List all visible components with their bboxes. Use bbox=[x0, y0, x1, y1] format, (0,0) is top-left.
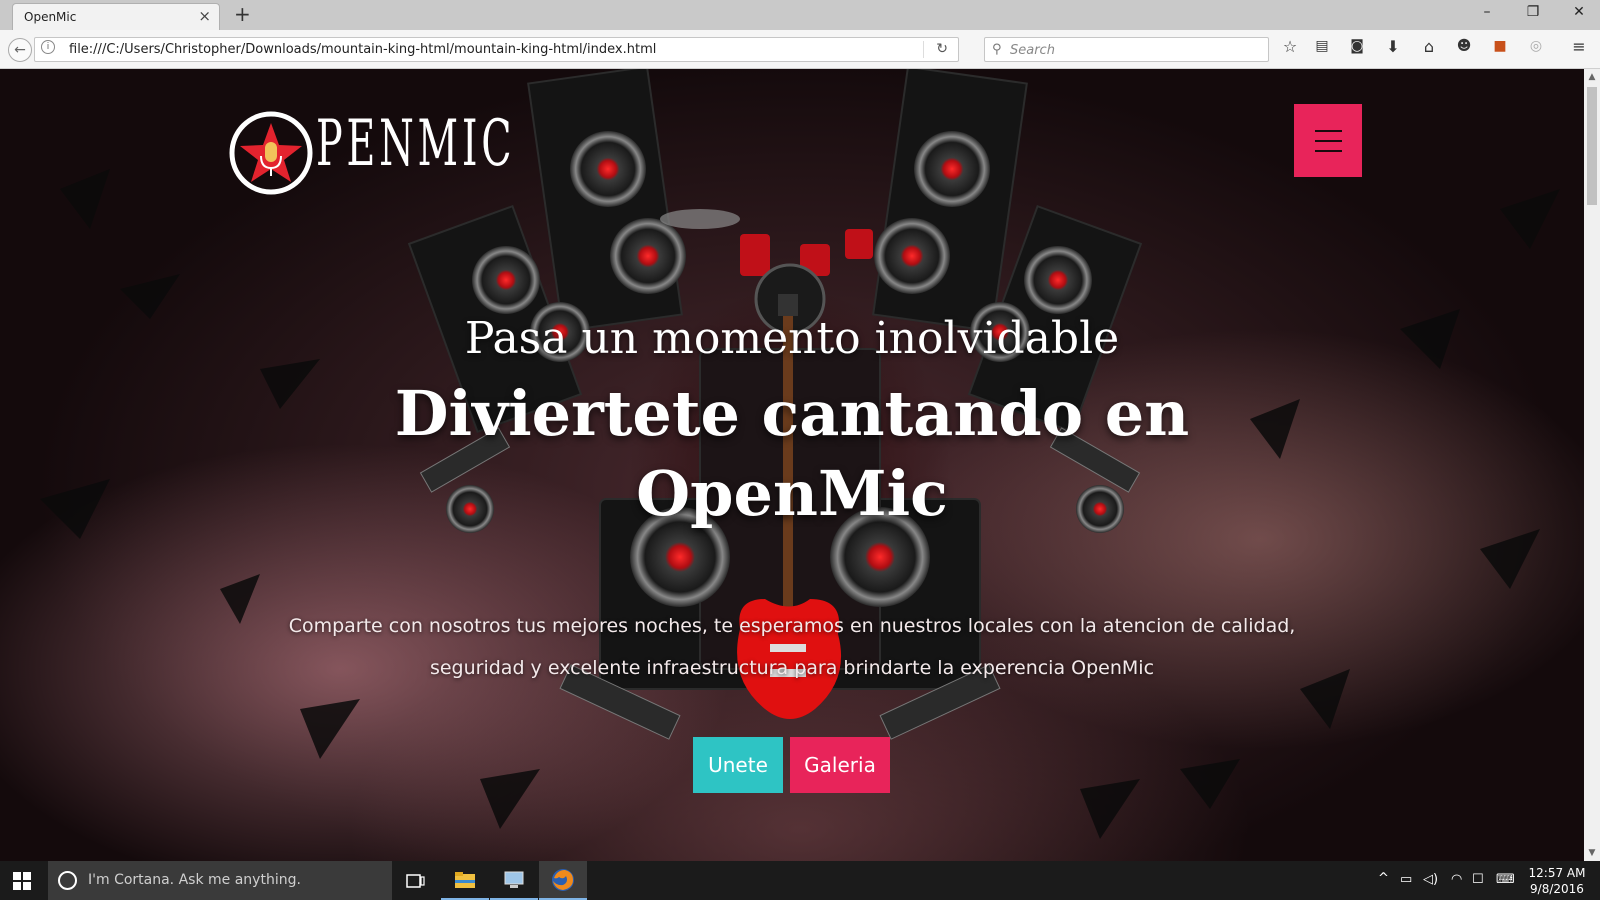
close-window-button[interactable]: ✕ bbox=[1564, 4, 1594, 20]
tray-chevron-icon[interactable]: ^ bbox=[1378, 871, 1389, 886]
sync-icon[interactable]: ◎ bbox=[1525, 38, 1547, 54]
taskbar-clock[interactable]: 12:57 AM 9/8/2016 bbox=[1522, 865, 1592, 897]
back-arrow-icon[interactable]: ← bbox=[8, 38, 32, 62]
page-viewport: PENMIC Pasa un momento inolvidable Divie… bbox=[0, 69, 1584, 861]
reload-icon[interactable]: ↻ bbox=[936, 41, 948, 57]
hero-description: Comparte con nosotros tus mejores noches… bbox=[288, 615, 1296, 679]
volume-icon[interactable]: ◁) bbox=[1423, 872, 1438, 887]
hero-subtitle: Pasa un momento inolvidable bbox=[464, 313, 1120, 364]
reading-list-icon[interactable]: ▤ bbox=[1311, 38, 1333, 54]
menu-line bbox=[1314, 129, 1342, 132]
url-text[interactable]: file:///C:/Users/Christopher/Downloads/m… bbox=[69, 42, 656, 57]
scroll-thumb[interactable] bbox=[1587, 87, 1597, 205]
search-bar[interactable]: ⚲ Search bbox=[984, 37, 1269, 62]
search-icon: ⚲ bbox=[992, 42, 1002, 57]
cortana-placeholder[interactable]: I'm Cortana. Ask me anything. bbox=[88, 872, 301, 888]
home-icon[interactable]: ⌂ bbox=[1418, 37, 1440, 56]
menu-line bbox=[1314, 149, 1342, 152]
vertical-scrollbar[interactable]: ▲ ▼ bbox=[1584, 69, 1600, 861]
tab-close-icon[interactable]: × bbox=[198, 7, 211, 25]
control-panel-button[interactable] bbox=[490, 861, 538, 900]
hero-title: Diviertete cantando en OpenMic bbox=[394, 377, 1190, 530]
menu-toggle-button[interactable] bbox=[1294, 104, 1362, 177]
url-bar[interactable]: file:///C:/Users/Christopher/Downloads/m… bbox=[34, 37, 959, 62]
search-placeholder[interactable]: Search bbox=[1010, 43, 1055, 58]
join-button[interactable]: Unete bbox=[693, 737, 783, 793]
browser-tab[interactable]: OpenMic × bbox=[12, 3, 220, 30]
folder-icon bbox=[455, 872, 475, 888]
task-view-icon bbox=[406, 874, 425, 888]
firefox-icon bbox=[552, 869, 574, 891]
site-info-icon[interactable]: i bbox=[41, 40, 55, 54]
cortana-icon bbox=[58, 871, 77, 890]
openmic-logo[interactable]: PENMIC bbox=[228, 110, 512, 200]
action-center-icon[interactable]: ☐ bbox=[1472, 872, 1484, 887]
bookmark-star-icon[interactable]: ☆ bbox=[1279, 37, 1301, 56]
keyboard-icon[interactable]: ⌨ bbox=[1496, 872, 1515, 887]
restore-button[interactable]: ❐ bbox=[1518, 4, 1548, 20]
logo-text: PENMIC bbox=[316, 107, 516, 181]
clock-time: 12:57 AM bbox=[1528, 866, 1586, 880]
hello-icon[interactable]: ☻ bbox=[1453, 38, 1475, 54]
windows-taskbar: I'm Cortana. Ask me anything. ^ ▭ ◁) ◠ ☐… bbox=[0, 861, 1600, 900]
scroll-down-arrow-icon[interactable]: ▼ bbox=[1584, 845, 1600, 861]
microphone-star-logo-icon bbox=[229, 111, 313, 195]
menu-line bbox=[1314, 139, 1342, 142]
clock-date: 9/8/2016 bbox=[1530, 882, 1584, 896]
scroll-up-arrow-icon[interactable]: ▲ bbox=[1584, 69, 1600, 85]
wifi-icon[interactable]: ◠ bbox=[1451, 872, 1462, 887]
file-explorer-button[interactable] bbox=[441, 861, 489, 900]
menu-hamburger-icon[interactable]: ≡ bbox=[1568, 37, 1590, 56]
url-separator bbox=[923, 41, 924, 58]
gallery-button[interactable]: Galeria bbox=[790, 737, 890, 793]
task-view-button[interactable] bbox=[392, 861, 440, 900]
minimize-button[interactable]: – bbox=[1472, 4, 1502, 20]
firefox-taskbar-button[interactable] bbox=[539, 861, 587, 900]
cortana-search-box[interactable]: I'm Cortana. Ask me anything. bbox=[48, 861, 392, 900]
pocket-icon[interactable]: ◙ bbox=[1346, 38, 1368, 54]
computer-icon bbox=[504, 871, 524, 888]
windows-start-icon[interactable] bbox=[13, 872, 31, 890]
download-icon[interactable]: ⬇ bbox=[1382, 37, 1404, 56]
extension-icon[interactable]: ■ bbox=[1489, 38, 1511, 54]
new-tab-button[interactable]: + bbox=[234, 2, 251, 26]
browser-tab-strip: OpenMic × + – ❐ ✕ bbox=[0, 0, 1600, 30]
battery-icon[interactable]: ▭ bbox=[1400, 872, 1412, 887]
tab-title: OpenMic bbox=[24, 10, 77, 24]
